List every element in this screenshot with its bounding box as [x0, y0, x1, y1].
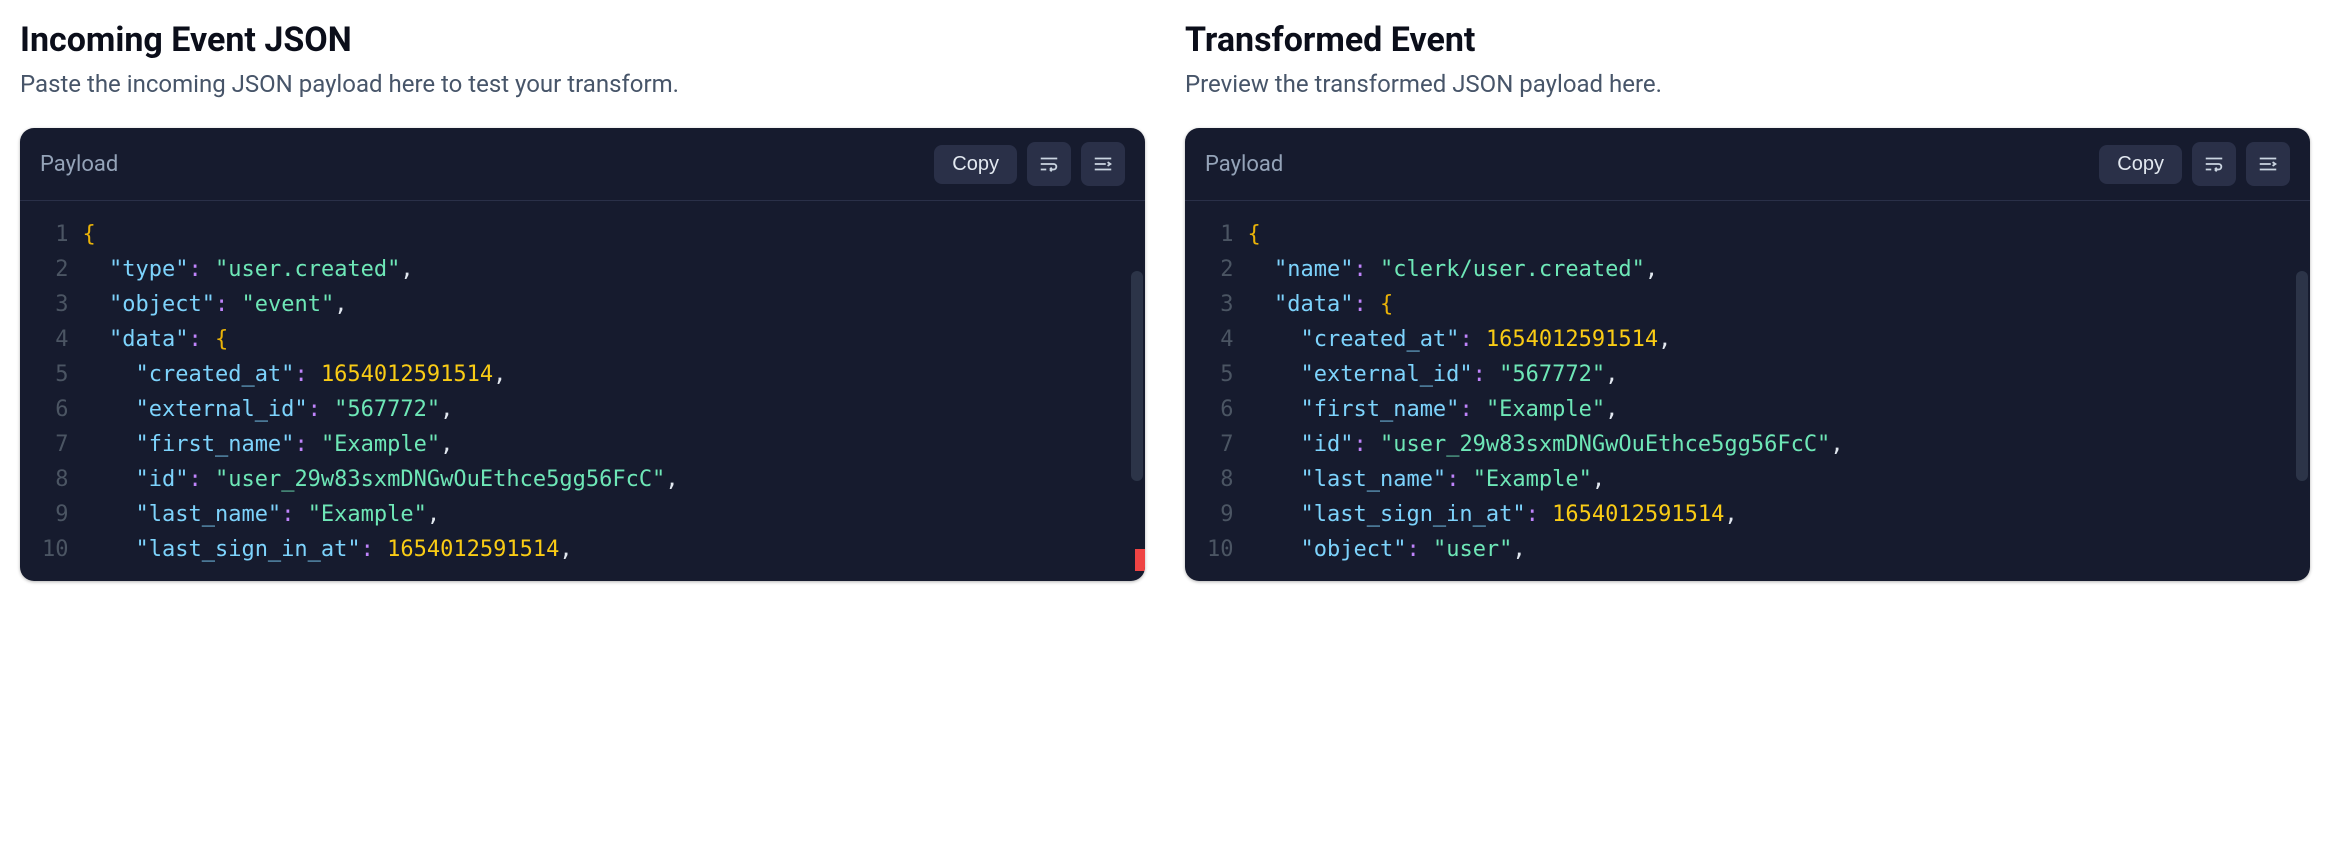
- code-header-actions: Copy: [934, 142, 1125, 186]
- copy-button[interactable]: Copy: [2099, 145, 2182, 184]
- code-header-actions: Copy: [2099, 142, 2290, 186]
- incoming-code-card: Payload Copy 12345678910 { "type": "user…: [20, 128, 1145, 581]
- transform-compare-container: Incoming Event JSON Paste the incoming J…: [20, 20, 2310, 581]
- word-wrap-icon[interactable]: [1027, 142, 1071, 186]
- format-icon[interactable]: [1081, 142, 1125, 186]
- word-wrap-icon[interactable]: [2192, 142, 2236, 186]
- code-header: Payload Copy: [20, 128, 1145, 201]
- line-gutter: 12345678910: [1185, 201, 1248, 581]
- incoming-event-panel: Incoming Event JSON Paste the incoming J…: [20, 20, 1145, 581]
- incoming-subtitle: Paste the incoming JSON payload here to …: [20, 70, 1145, 98]
- incoming-title: Incoming Event JSON: [20, 20, 1145, 60]
- code-content[interactable]: { "type": "user.created", "object": "eve…: [83, 201, 1146, 581]
- code-viewer[interactable]: 12345678910 { "name": "clerk/user.create…: [1185, 201, 2310, 581]
- transformed-subtitle: Preview the transformed JSON payload her…: [1185, 70, 2310, 98]
- payload-label: Payload: [1205, 152, 1283, 177]
- code-editor[interactable]: 12345678910 { "type": "user.created", "o…: [20, 201, 1145, 581]
- scrollbar-thumb[interactable]: [1131, 271, 1143, 481]
- transformed-event-panel: Transformed Event Preview the transforme…: [1185, 20, 2310, 581]
- error-marker: [1135, 549, 1145, 571]
- transformed-title: Transformed Event: [1185, 20, 2310, 60]
- code-content: { "name": "clerk/user.created", "data": …: [1248, 201, 2311, 581]
- line-gutter: 12345678910: [20, 201, 83, 581]
- code-header: Payload Copy: [1185, 128, 2310, 201]
- format-icon[interactable]: [2246, 142, 2290, 186]
- transformed-code-card: Payload Copy 12345678910 { "name": "cler…: [1185, 128, 2310, 581]
- copy-button[interactable]: Copy: [934, 145, 1017, 184]
- scrollbar-thumb[interactable]: [2296, 271, 2308, 481]
- payload-label: Payload: [40, 152, 118, 177]
